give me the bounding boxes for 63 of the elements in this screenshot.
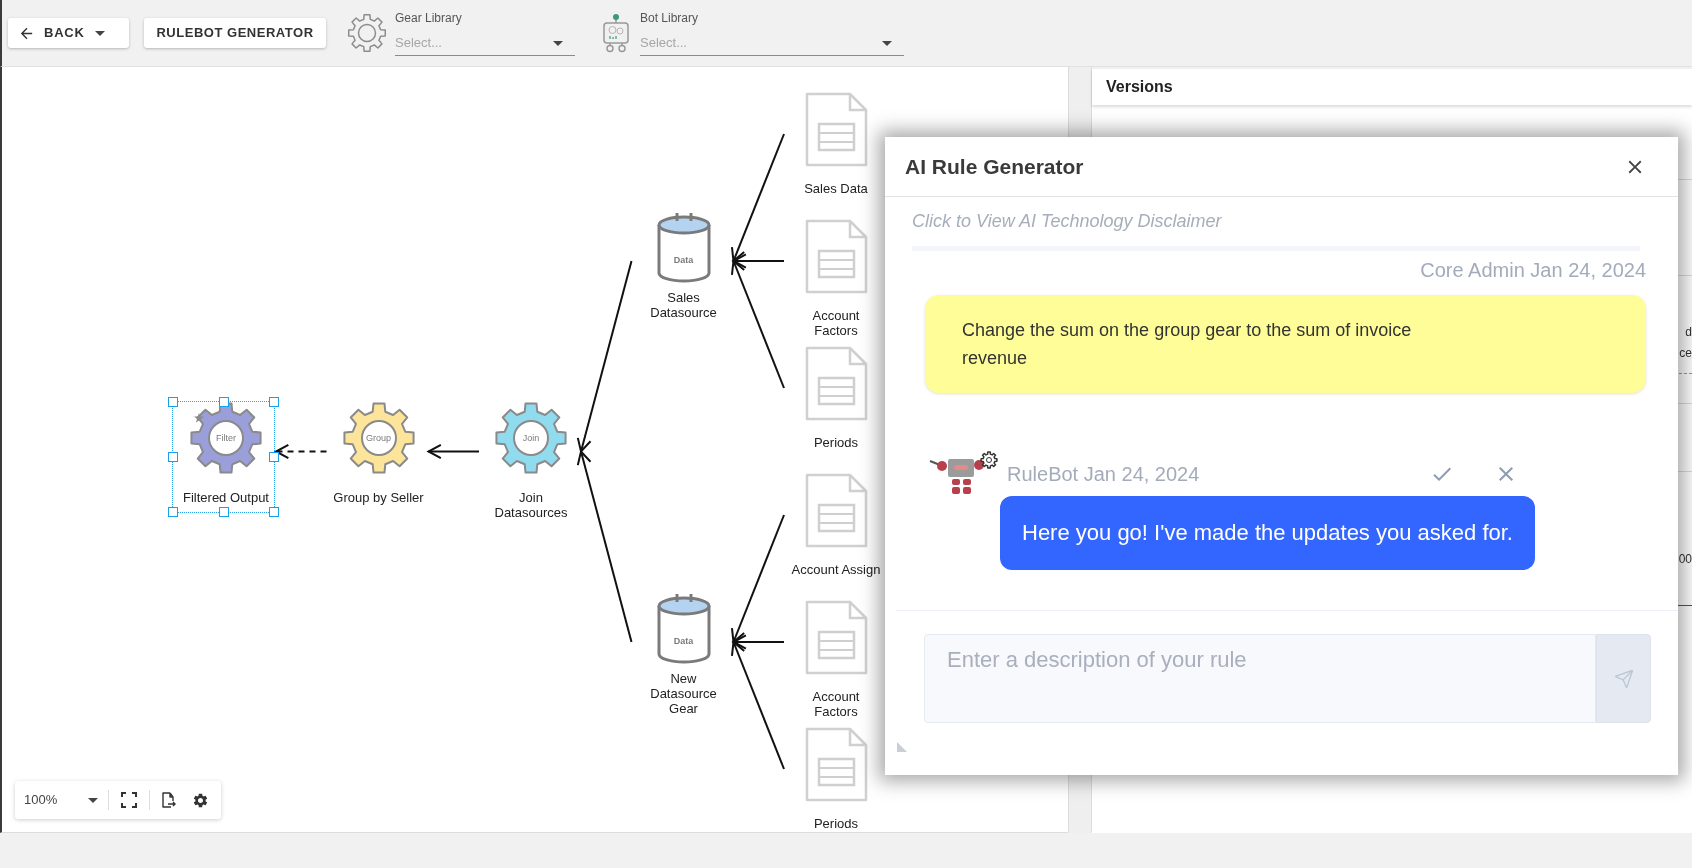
node-label: Periods: [812, 435, 860, 450]
description-input[interactable]: Enter a description of your rule: [924, 634, 1596, 723]
text-fragment: 00: [1678, 551, 1692, 568]
icon-caption: Join: [522, 432, 540, 443]
resize-handle[interactable]: [168, 451, 178, 462]
document-icon[interactable]: [804, 727, 868, 802]
text-fragment: d: [1685, 324, 1692, 341]
text-fragment: ce: [1679, 345, 1692, 362]
resize-grip-icon: [897, 742, 907, 752]
gear-icon[interactable]: [342, 401, 415, 474]
panel-title: Versions: [1106, 77, 1173, 97]
icon-caption: Data: [673, 255, 694, 265]
caret-icon: [88, 797, 98, 803]
library-select[interactable]: Select...: [640, 29, 904, 56]
resize-handle[interactable]: [168, 396, 178, 407]
send-icon: [1613, 668, 1634, 689]
robot-icon: [602, 13, 630, 53]
document-icon[interactable]: [804, 92, 868, 167]
node-label: Group by Seller: [332, 489, 425, 505]
caret-icon: [94, 30, 105, 36]
node-label: Account Factors: [811, 689, 861, 719]
node-label: Filtered Output: [182, 489, 270, 505]
settings-icon: [191, 791, 209, 809]
resize-handle[interactable]: [269, 396, 279, 407]
zoom-select[interactable]: 100%: [24, 790, 102, 810]
document-icon[interactable]: [804, 219, 868, 294]
field-label: Bot Library: [640, 10, 699, 26]
node-label: Account Assign: [790, 562, 882, 577]
message-meta: RuleBot Jan 24, 2024: [1007, 461, 1200, 486]
node-label: New Datasource Gear: [649, 671, 718, 716]
resize-handle[interactable]: [168, 506, 178, 517]
node-label: Account Factors: [811, 308, 861, 338]
caret-icon: [882, 40, 892, 46]
message-text: Here you go! I've made the updates you asked for.: [1022, 520, 1513, 546]
message-meta: Core Admin Jan 24, 2024: [1420, 258, 1646, 282]
gear-icon[interactable]: [190, 401, 262, 474]
document-icon[interactable]: [804, 346, 868, 421]
dialog-title: AI Rule Generator: [905, 153, 1084, 180]
gear-icon[interactable]: [495, 401, 567, 474]
icon-caption: Data: [673, 636, 694, 646]
caret-icon: [553, 40, 563, 46]
document-icon[interactable]: [804, 473, 868, 548]
resize-handle[interactable]: [269, 506, 279, 517]
node-label: Join Datasources: [493, 489, 569, 520]
node-label: Sales Data: [803, 181, 869, 196]
back-button[interactable]: BACK: [8, 18, 129, 48]
field-label: Gear Library: [395, 10, 462, 26]
resize-handle[interactable]: [218, 506, 229, 517]
generator-button[interactable]: RULEBOT GENERATOR: [144, 18, 326, 48]
file-export-icon: [160, 792, 176, 808]
icon-caption: Filter: [216, 432, 236, 443]
icon-caption: Group: [366, 432, 391, 443]
node-label: Sales Datasource: [649, 290, 718, 320]
gear-icon: [347, 13, 387, 53]
resize-handle[interactable]: [269, 451, 279, 462]
message-text: Change the sum on the group gear to the sum of invoice revenue: [962, 319, 1413, 370]
library-select[interactable]: Select...: [395, 29, 575, 56]
node-label: Periods: [812, 816, 860, 831]
resize-handle[interactable]: [218, 396, 229, 407]
robot-avatar-icon: [928, 451, 998, 496]
document-icon[interactable]: [804, 600, 868, 675]
fullscreen-icon: [121, 792, 137, 808]
connector-arrow: [426, 443, 480, 460]
